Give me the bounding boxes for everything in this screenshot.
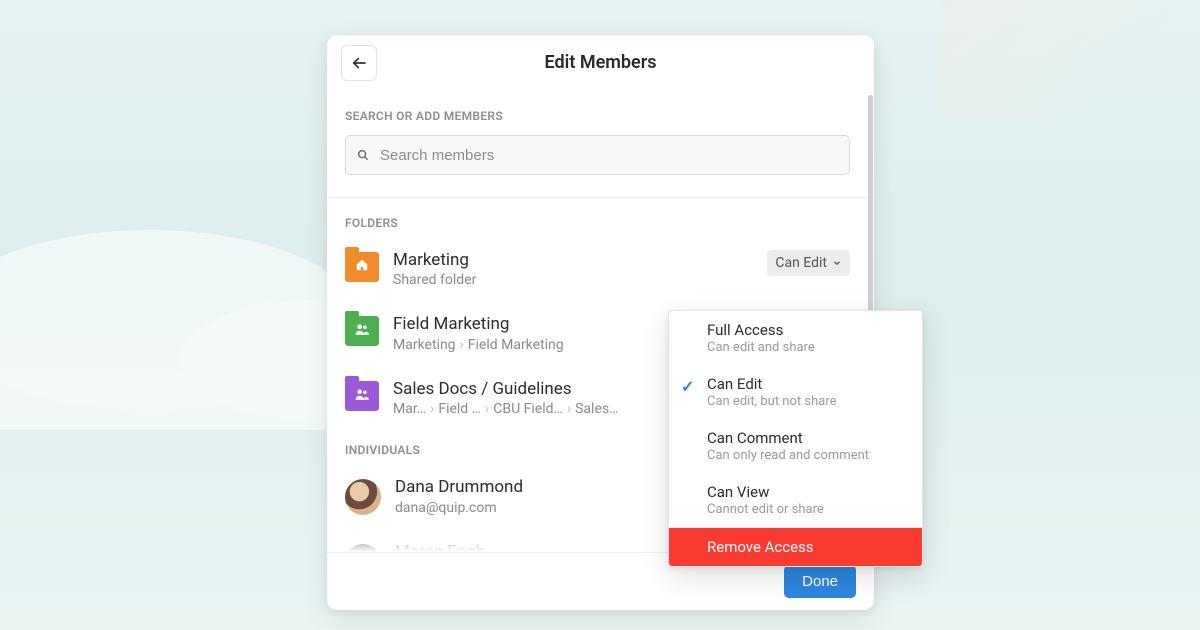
back-button[interactable] <box>341 45 377 81</box>
folders-section-label: FOLDERS <box>345 216 850 230</box>
folder-icon <box>345 252 379 282</box>
search-container <box>345 135 850 175</box>
option-sub: Can only read and comment <box>707 448 906 463</box>
search-icon <box>356 148 370 162</box>
folder-name: Marketing <box>393 250 753 270</box>
option-sub: Cannot edit or share <box>707 502 906 517</box>
chevron-down-icon <box>832 258 842 268</box>
chevron-right-icon: › <box>460 337 464 353</box>
option-title: Can View <box>707 483 906 501</box>
done-button[interactable]: Done <box>784 565 856 598</box>
folder-subtitle: Shared folder <box>393 272 753 288</box>
bg-texture <box>940 0 1200 120</box>
crumb: Marketing <box>393 337 456 353</box>
permission-option-can-comment[interactable]: Can Comment Can only read and comment <box>669 419 922 473</box>
search-section-label: SEARCH OR ADD MEMBERS <box>345 109 850 123</box>
arrow-left-icon <box>350 54 368 72</box>
dialog-title: Edit Members <box>327 52 874 73</box>
dialog-header: Edit Members <box>327 35 874 91</box>
avatar <box>345 544 381 552</box>
folder-icon <box>345 316 379 346</box>
chevron-right-icon: › <box>567 401 571 417</box>
folder-text: Marketing Shared folder <box>393 248 753 288</box>
permission-option-can-view[interactable]: Can View Cannot edit or share <box>669 473 922 527</box>
chevron-right-icon: › <box>485 401 489 417</box>
crumb: Mar… <box>393 401 426 417</box>
permission-select[interactable]: Can Edit <box>767 250 850 276</box>
permission-label: Can Edit <box>775 255 827 271</box>
crumb: Sales… <box>575 401 618 417</box>
divider <box>327 197 868 198</box>
folder-row[interactable]: Marketing Shared folder Can Edit <box>345 242 850 306</box>
option-sub: Can edit and share <box>707 340 906 355</box>
option-title: Can Edit <box>707 375 906 393</box>
permission-option-can-edit[interactable]: Can Edit Can edit, but not share <box>669 365 922 419</box>
home-icon <box>355 258 369 276</box>
crumb: Field Marketing <box>468 337 564 353</box>
avatar <box>345 479 381 515</box>
crumb: CBU Field… <box>493 401 563 417</box>
search-input[interactable] <box>345 135 850 175</box>
people-icon <box>355 323 369 339</box>
permission-dropdown: Full Access Can edit and share Can Edit … <box>668 310 923 567</box>
people-icon <box>355 388 369 404</box>
chevron-right-icon: › <box>430 401 434 417</box>
permission-option-full-access[interactable]: Full Access Can edit and share <box>669 311 922 365</box>
option-title: Full Access <box>707 321 906 339</box>
option-sub: Can edit, but not share <box>707 394 906 409</box>
crumb: Field … <box>438 401 481 417</box>
permission-option-remove-access[interactable]: Remove Access <box>669 528 922 566</box>
option-title: Can Comment <box>707 429 906 447</box>
folder-icon <box>345 381 379 411</box>
